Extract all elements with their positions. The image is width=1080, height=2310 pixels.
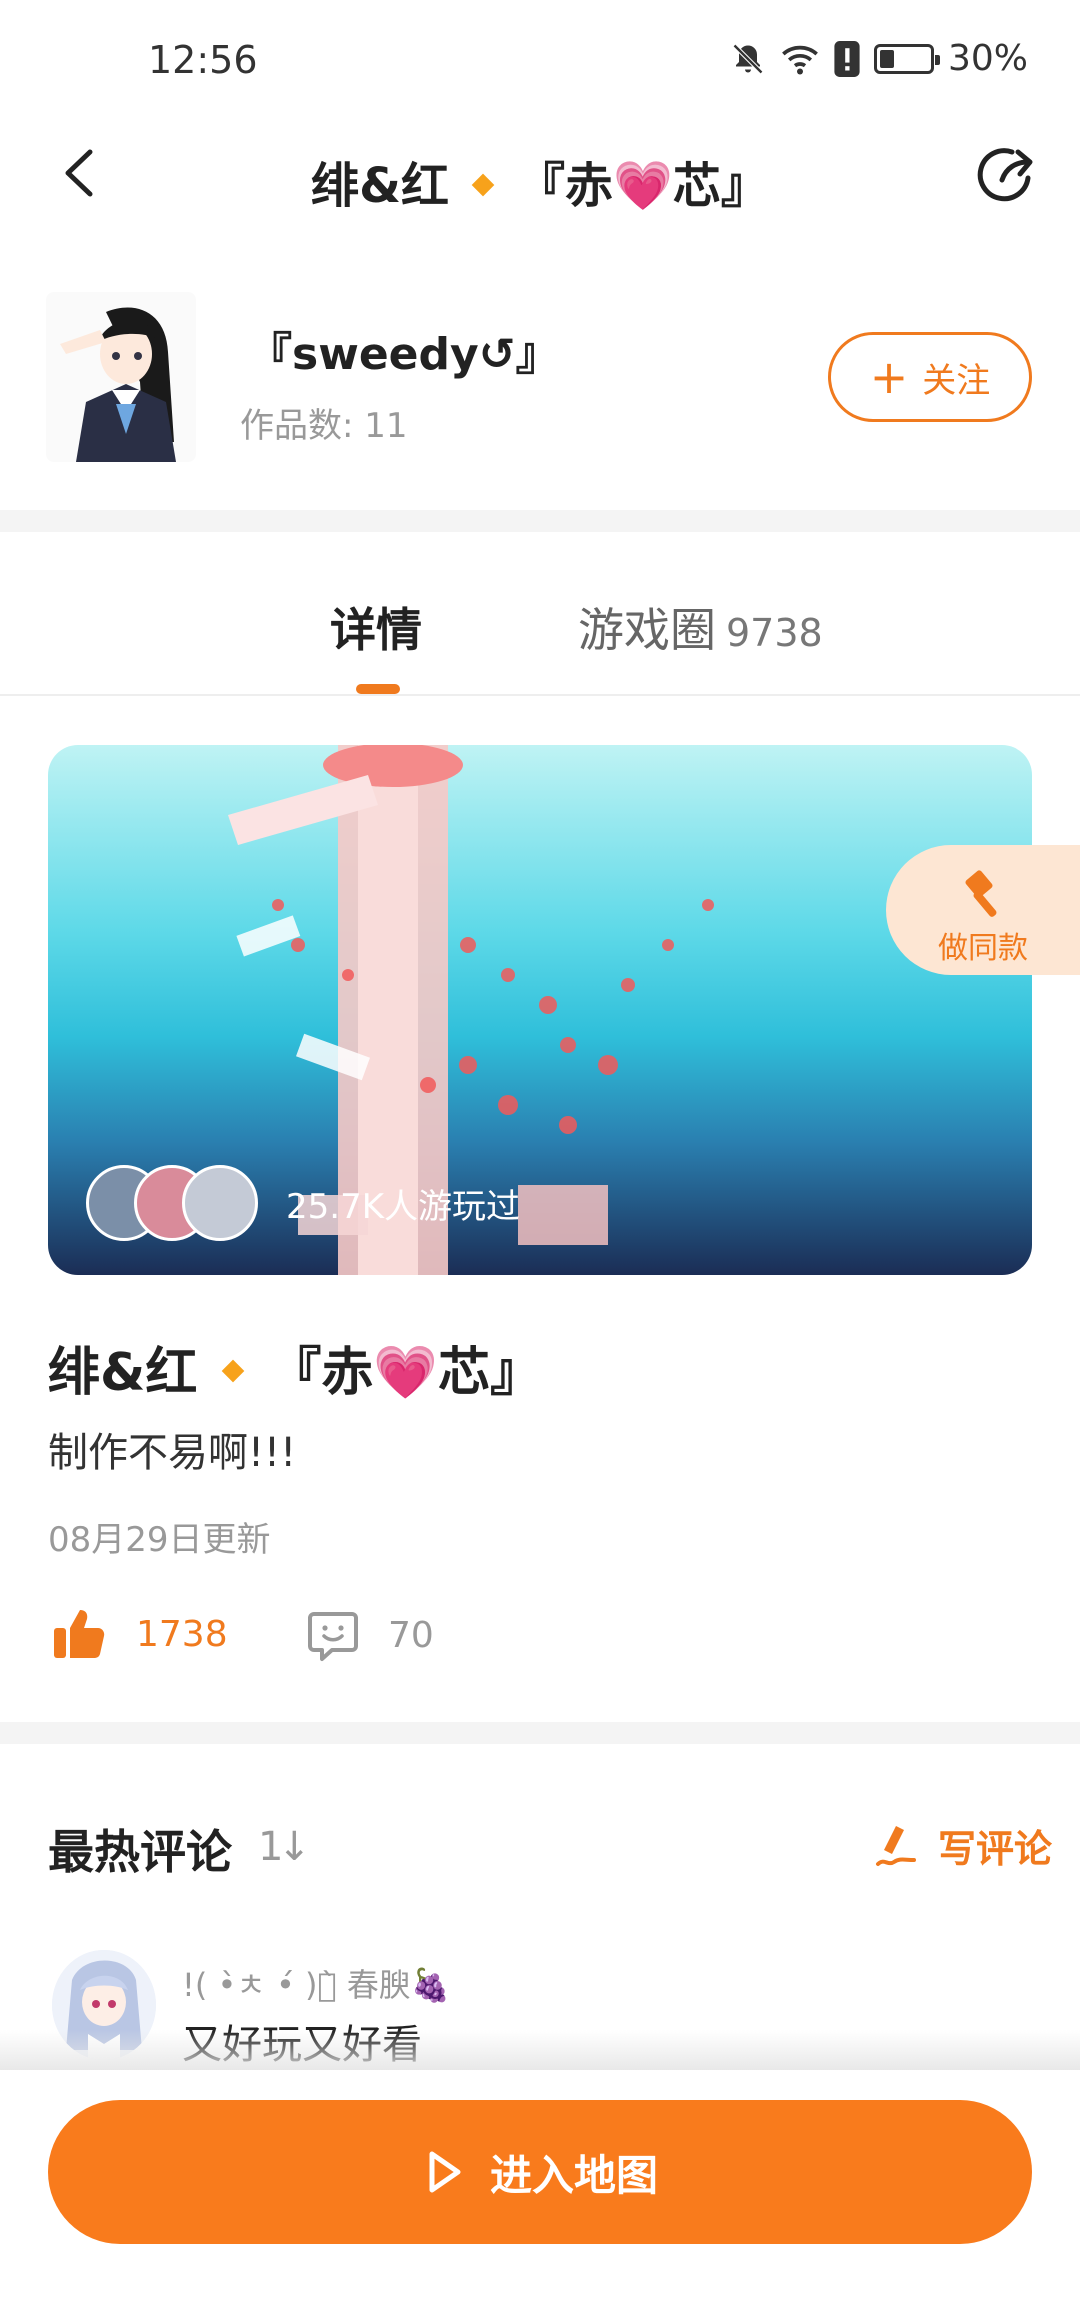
play-icon xyxy=(429,2151,461,2193)
bottom-bar: 进入地图 xyxy=(0,2070,1080,2310)
author-section: 『sweedy↺』 作品数: 11 + 关注 xyxy=(0,270,1080,490)
player-avatar xyxy=(182,1165,258,1241)
make-same-button[interactable]: 做同款 xyxy=(886,845,1080,975)
status-icons: 30% xyxy=(730,38,1028,79)
sort-icon[interactable]: 1↓ xyxy=(258,1824,311,1870)
avatar[interactable] xyxy=(46,292,196,462)
game-detail-page: 12:56 30% 绯&红 『赤💗芯』 『sweedy↺』 作品数: 11 + … xyxy=(0,0,1080,2310)
nav-title-left: 绯&红 xyxy=(311,158,450,214)
follow-label: 关注 xyxy=(922,360,991,401)
wifi-icon xyxy=(782,45,818,74)
nav-title: 绯&红 『赤💗芯』 xyxy=(0,146,1080,216)
thumbs-up-icon xyxy=(54,1610,105,1658)
tab-indicator xyxy=(356,684,400,694)
game-preview-image[interactable]: 25.7K人游玩过 xyxy=(48,745,1032,1275)
tab-game-circle-count: 9738 xyxy=(726,611,823,655)
tab-details[interactable]: 详情 xyxy=(330,594,422,660)
enter-map-button[interactable]: 进入地图 xyxy=(48,2100,1032,2244)
played-count: 25.7K人游玩过 xyxy=(286,1186,520,1227)
diamond-icon xyxy=(471,173,495,197)
alert-icon xyxy=(834,40,860,77)
plus-icon: + xyxy=(869,350,909,404)
like-count: 1738 xyxy=(136,1613,228,1655)
pen-icon xyxy=(875,1825,916,1866)
post-title-right: 『赤💗芯』 xyxy=(269,1343,543,1403)
diamond-icon xyxy=(222,1359,245,1383)
bell-off-icon xyxy=(732,43,764,74)
post-description: 制作不易啊!!! xyxy=(48,1430,297,1476)
hammer-icon xyxy=(965,870,997,917)
post-update-date: 08月29日更新 xyxy=(48,1520,271,1560)
nav-title-right: 『赤💗芯』 xyxy=(517,158,769,214)
comment-icon xyxy=(308,1612,358,1661)
share-icon[interactable] xyxy=(968,140,1040,212)
hot-comments-title: 最热评论 xyxy=(48,1825,232,1879)
comment-button[interactable]: 70 xyxy=(306,1608,434,1662)
played-by: 25.7K人游玩过 xyxy=(86,1165,520,1241)
post-title-left: 绯&红 xyxy=(48,1343,198,1403)
write-comment-button[interactable]: 写评论 xyxy=(872,1818,1052,1873)
enter-map-label: 进入地图 xyxy=(489,2150,658,2200)
works-value: 11 xyxy=(364,406,408,446)
tab-bar: 详情 游戏圈 9738 xyxy=(0,536,1080,696)
works-label: 作品数: xyxy=(240,406,354,446)
make-same-label: 做同款 xyxy=(938,931,1028,966)
battery-icon xyxy=(873,43,940,74)
tab-game-circle[interactable]: 游戏圈 9738 xyxy=(578,594,823,660)
works-count: 作品数: 11 xyxy=(240,398,408,447)
follow-button[interactable]: + 关注 xyxy=(828,332,1032,422)
status-bar: 12:56 30% xyxy=(0,0,1080,110)
section-divider xyxy=(0,510,1080,532)
comment-count: 70 xyxy=(388,1614,434,1656)
write-comment-label: 写评论 xyxy=(937,1827,1052,1871)
bottom-fade xyxy=(0,2030,1080,2070)
status-time: 12:56 xyxy=(148,38,258,82)
section-divider xyxy=(0,1722,1080,1744)
author-name[interactable]: 『sweedy↺』 xyxy=(248,318,560,382)
avatar-image xyxy=(46,292,196,462)
like-button[interactable]: 1738 xyxy=(52,1608,228,1660)
commenter-name[interactable]: !( •̀ㅊ •́ )ง̀ 春腴🍇 xyxy=(182,1960,451,2006)
tab-game-circle-label: 游戏圈 xyxy=(578,603,716,657)
nav-bar: 绯&红 『赤💗芯』 xyxy=(0,120,1080,230)
battery-percent: 30% xyxy=(947,38,1028,79)
post-title: 绯&红 『赤💗芯』 xyxy=(48,1330,542,1405)
